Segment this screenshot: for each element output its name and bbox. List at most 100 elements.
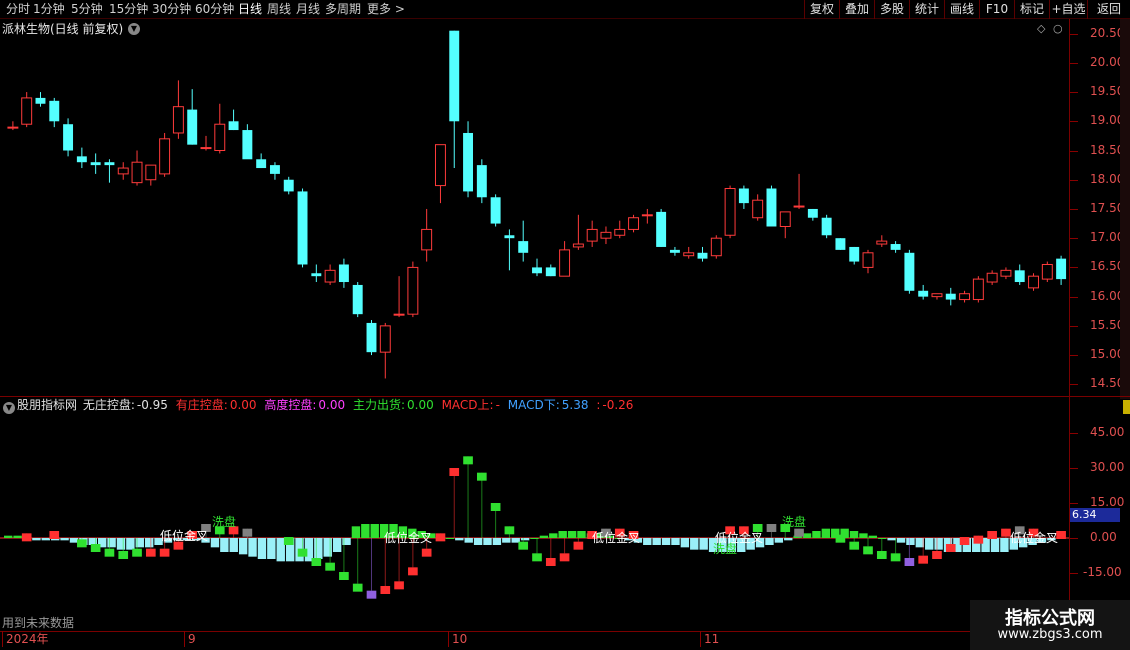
f10-button[interactable]: F10	[979, 0, 1014, 19]
candle-body	[752, 199, 764, 219]
period-tab-realtime[interactable]: 分时	[6, 1, 30, 18]
period-tab-monthly[interactable]: 月线	[296, 1, 320, 18]
signal-marker	[532, 553, 542, 562]
signal-marker	[325, 562, 335, 571]
candle-body	[434, 144, 446, 187]
candle-body	[463, 132, 474, 192]
candle-body	[352, 284, 363, 315]
period-tab-60min[interactable]: 60分钟	[195, 1, 234, 18]
signal-marker	[352, 583, 363, 592]
histogram-bar	[887, 538, 896, 541]
histogram-bar	[765, 538, 774, 545]
future-data-note: 用到未来数据	[2, 616, 75, 630]
candle-body	[545, 267, 556, 277]
histogram-bar	[812, 531, 821, 538]
candle-body	[669, 249, 680, 253]
price-tick-mark	[1070, 92, 1078, 94]
chart-annotation: 低位金叉	[384, 530, 432, 545]
period-tab-30min[interactable]: 30分钟	[152, 1, 191, 18]
indicator-tick-mark	[1070, 538, 1078, 539]
draw-line-button[interactable]: 画线	[944, 0, 979, 19]
chart-annotation: 低位金叉	[1010, 530, 1058, 545]
signal-marker	[863, 546, 873, 555]
indicator-name[interactable]: 股朋指标网	[17, 398, 77, 412]
candle-body	[931, 293, 943, 298]
fuquan-button[interactable]: 复权	[804, 0, 839, 19]
candle-body	[324, 269, 336, 283]
price-tick-mark	[1070, 208, 1078, 210]
candle-body	[821, 217, 832, 236]
candle-body	[710, 237, 722, 257]
add-watchlist-button[interactable]: +自选	[1049, 0, 1087, 19]
period-tab-daily[interactable]: 日线	[238, 1, 262, 18]
candle-body	[504, 235, 515, 239]
period-tab-1min[interactable]: 1分钟	[33, 1, 65, 18]
signal-marker	[366, 590, 377, 599]
candle-body	[835, 238, 846, 250]
signal-marker	[932, 551, 942, 559]
candle-body	[269, 165, 280, 174]
histogram-bar	[41, 538, 50, 541]
period-tab-weekly[interactable]: 周线	[267, 1, 291, 18]
statistics-button[interactable]: 统计	[909, 0, 944, 19]
candle-body	[76, 156, 87, 163]
histogram-bar	[661, 538, 671, 545]
chart-annotation: 洗盘	[713, 541, 737, 556]
chart-annotation: 洗盘	[212, 514, 236, 529]
back-button[interactable]: 返回	[1087, 0, 1130, 19]
histogram-bar	[69, 538, 79, 543]
axis-divider	[1069, 19, 1070, 631]
candle-body	[1028, 275, 1039, 289]
period-tab-multi[interactable]: 多周期	[325, 1, 361, 18]
watermark-url: www.zbgs3.com	[997, 627, 1103, 642]
histogram-bar	[492, 538, 502, 545]
signal-marker	[132, 548, 142, 557]
indicator-item: MACD下: 5.38	[507, 398, 589, 412]
histogram-bar	[126, 538, 135, 550]
overlay-button[interactable]: 叠加	[839, 0, 874, 19]
histogram-bar	[934, 538, 943, 550]
candle-body	[1041, 263, 1053, 280]
period-tab-5min[interactable]: 5分钟	[71, 1, 103, 18]
indicator-item: : -0.26	[596, 398, 634, 412]
histogram-bar	[671, 538, 680, 545]
candle-body	[117, 167, 129, 175]
price-tick-mark	[1070, 355, 1078, 357]
candle-body	[518, 241, 529, 253]
candle-body	[407, 266, 419, 315]
candle-body	[366, 322, 377, 353]
price-tick-mark	[1070, 62, 1078, 64]
candle-body	[145, 164, 157, 181]
histogram-bar	[849, 531, 859, 538]
chevron-down-icon[interactable]: ▼	[3, 402, 15, 414]
candle-body	[876, 240, 888, 245]
price-tick-mark	[1070, 325, 1078, 327]
candle-body	[187, 109, 198, 145]
mark-button[interactable]: 标记	[1014, 0, 1049, 19]
histogram-bar	[652, 538, 661, 545]
multi-stock-button[interactable]: 多股	[874, 0, 909, 19]
candle-body	[104, 162, 115, 166]
price-tick-mark	[1070, 150, 1078, 152]
candle-body	[49, 100, 60, 122]
indicator-chart[interactable]: 低位金叉 洗盘 低位金叉 低位金叉 低位金叉 洗盘 洗盘 低位金叉	[0, 414, 1069, 630]
price-chart[interactable]	[0, 19, 1069, 396]
indicator-item: 有庄控盘: 0.00	[175, 398, 257, 412]
right-info-strip	[1120, 19, 1130, 399]
signal-marker	[380, 586, 391, 594]
candle-body	[1014, 270, 1025, 283]
price-tick-mark	[1070, 384, 1078, 386]
candle-body	[532, 267, 542, 274]
histogram-bar	[144, 538, 154, 548]
candle-body	[159, 138, 171, 175]
candle-body	[63, 124, 74, 151]
histogram-bar	[257, 538, 267, 559]
signal-marker	[283, 537, 294, 545]
period-tab-15min[interactable]: 15分钟	[109, 1, 148, 18]
candle-body	[628, 217, 640, 230]
candle-body	[807, 208, 818, 218]
date-label-2024: 2024年	[2, 631, 49, 647]
candle-body	[421, 228, 433, 251]
candle-body	[21, 97, 33, 125]
period-tab-more[interactable]: 更多 >	[367, 1, 405, 18]
